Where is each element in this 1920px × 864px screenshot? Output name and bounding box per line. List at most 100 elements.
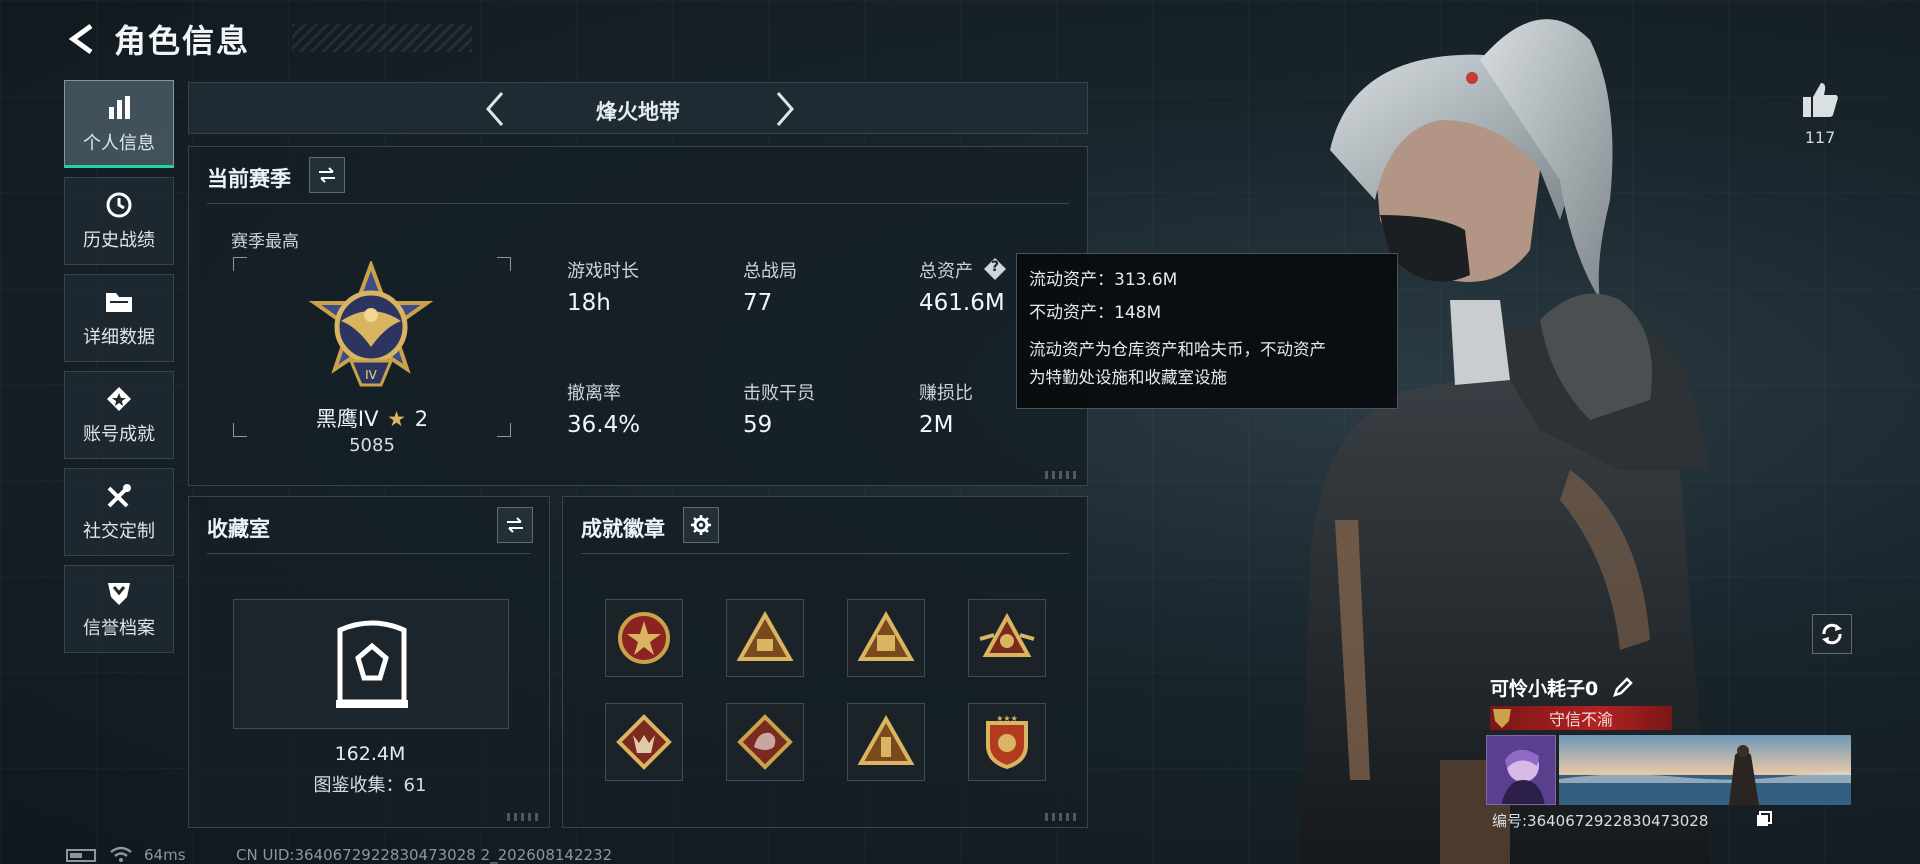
ping-value: 64ms	[144, 846, 186, 864]
panel-corner-decoration	[1045, 813, 1079, 821]
stat-value-total-assets: 461.6M	[919, 290, 1005, 316]
season-switch-button[interactable]	[309, 157, 345, 193]
mode-next-button[interactable]	[767, 91, 803, 127]
like-button[interactable]	[1800, 80, 1840, 120]
battery-icon	[66, 849, 96, 862]
nav-item-history[interactable]: 历史战绩	[64, 177, 174, 265]
collection-catalog: 图鉴收集：61	[313, 775, 427, 796]
nav-item-personal-info[interactable]: 个人信息	[64, 80, 174, 168]
swap-icon	[507, 517, 523, 533]
achievements-title: 成就徽章	[581, 517, 665, 541]
badge-slot[interactable]: ★★★	[968, 703, 1046, 781]
stat-label-playtime: 游戏时长	[567, 261, 639, 282]
season-divider	[207, 203, 1069, 204]
gear-icon	[691, 515, 711, 535]
rank-stars: 2	[414, 407, 429, 431]
achievements-divider	[581, 553, 1069, 554]
dragon-diamond-badge-icon	[737, 714, 793, 770]
stat-label-kills: 击败干员	[743, 383, 815, 404]
footer-cn-uid: CN UID:3640672922830473028 2_20260814223…	[236, 846, 613, 864]
assets-tooltip: 流动资产：313.6M 不动资产：148M 流动资产为仓库资产和哈夫币，不动资产…	[1016, 253, 1398, 409]
player-name: 可怜小耗子0	[1490, 678, 1599, 700]
mode-selector: 烽火地带	[188, 82, 1088, 134]
collection-title: 收藏室	[207, 517, 270, 541]
edit-name-button[interactable]	[1612, 676, 1636, 700]
collection-preview[interactable]	[233, 599, 509, 729]
assets-help-icon[interactable]: ?	[983, 257, 1007, 281]
star-shield-badge-icon	[618, 612, 670, 664]
refresh-icon	[1822, 623, 1842, 645]
header: 角色信息	[62, 18, 472, 60]
badge-slot[interactable]	[605, 599, 683, 677]
tower-triangle-badge-icon	[857, 714, 915, 765]
panel-corner-decoration	[1045, 471, 1079, 479]
player-uid: 编号:3640672922830473028	[1492, 812, 1709, 830]
achievement-icon	[103, 384, 135, 414]
badge-slot[interactable]	[605, 703, 683, 781]
rank-name-row: 黑鹰IV ★ 2	[233, 403, 511, 433]
nav-item-detailed-data[interactable]: 详细数据	[64, 274, 174, 362]
panel-corner-decoration	[507, 813, 541, 821]
sidebar-nav: 个人信息 历史战绩 详细数据 账号成就 社交定制 信誉档案	[64, 80, 174, 662]
thumbs-up-icon	[1803, 83, 1838, 117]
rank-emblem-icon: IV	[308, 261, 434, 387]
history-icon	[103, 190, 135, 220]
svg-text:★★★: ★★★	[996, 714, 1018, 723]
collection-switch-button[interactable]	[497, 507, 533, 543]
season-title: 当前赛季	[207, 167, 291, 191]
title-decoration	[292, 24, 472, 52]
nav-label: 账号成就	[83, 424, 155, 445]
back-arrow-icon	[68, 23, 93, 55]
rank-score: 5085	[349, 435, 395, 456]
player-avatar[interactable]	[1486, 735, 1556, 805]
title-badge-icon	[1490, 706, 1514, 730]
nav-label: 个人信息	[83, 133, 155, 154]
achievements-settings-button[interactable]	[683, 507, 719, 543]
bar-chart-icon	[103, 93, 135, 123]
rank-name: 黑鹰IV	[315, 407, 379, 431]
collection-panel: 收藏室 162.4M 图鉴收集：61	[188, 496, 550, 828]
swap-icon	[319, 167, 335, 183]
achievements-panel: 成就徽章 ★★★	[562, 496, 1088, 828]
chevron-right-icon	[776, 92, 794, 126]
badge-slot[interactable]	[726, 599, 804, 677]
rank-star-icon: ★	[387, 407, 406, 431]
badge-slot[interactable]	[847, 599, 925, 677]
badge-slot[interactable]	[726, 703, 804, 781]
stat-label-profit-loss: 赚损比	[919, 383, 973, 404]
nav-item-social[interactable]: 社交定制	[64, 468, 174, 556]
shield-stars-badge-icon: ★★★	[986, 714, 1028, 770]
tooltip-liquid-assets: 流动资产：313.6M	[1029, 270, 1178, 290]
nav-label: 历史战绩	[83, 230, 155, 251]
collection-vault-icon	[336, 620, 408, 708]
stat-label-total-matches: 总战局	[743, 261, 797, 282]
player-banner[interactable]	[1559, 735, 1851, 805]
page-title: 角色信息	[114, 22, 251, 60]
rotate-view-button[interactable]	[1812, 614, 1852, 654]
stat-value-profit-loss: 2M	[919, 412, 954, 438]
svg-text:IV: IV	[365, 368, 378, 382]
season-panel: 当前赛季 赛季最高 IV 黑鹰IV ★ 2 5085 游戏时长 18h 总战局 …	[188, 146, 1088, 486]
winged-triangle-badge-icon	[979, 612, 1035, 657]
collection-divider	[207, 553, 531, 554]
stat-value-total-matches: 77	[743, 290, 773, 316]
back-button[interactable]	[62, 19, 102, 59]
copy-uid-button[interactable]	[1756, 811, 1774, 829]
pencil-icon	[1613, 677, 1633, 697]
triangle-map-badge-icon	[736, 610, 794, 661]
nav-item-achievements[interactable]: 账号成就	[64, 371, 174, 459]
triangle-58-badge-icon	[857, 610, 915, 661]
stat-value-playtime: 18h	[567, 290, 611, 316]
tooltip-description: 流动资产为仓库资产和哈夫币，不动资产 为特勤处设施和收藏室设施	[1029, 340, 1326, 387]
badge-slot[interactable]	[968, 599, 1046, 677]
stat-label-extract-rate: 撤离率	[567, 383, 621, 404]
stat-label-total-assets: 总资产	[919, 261, 973, 282]
season-best-label: 赛季最高	[231, 232, 299, 252]
nav-item-credit[interactable]: 信誉档案	[64, 565, 174, 653]
tools-icon	[103, 481, 135, 511]
mode-title: 烽火地带	[596, 100, 680, 124]
badge-slot[interactable]	[847, 703, 925, 781]
wolf-diamond-badge-icon	[616, 714, 672, 770]
stat-value-extract-rate: 36.4%	[567, 412, 641, 438]
wifi-icon	[110, 846, 132, 864]
